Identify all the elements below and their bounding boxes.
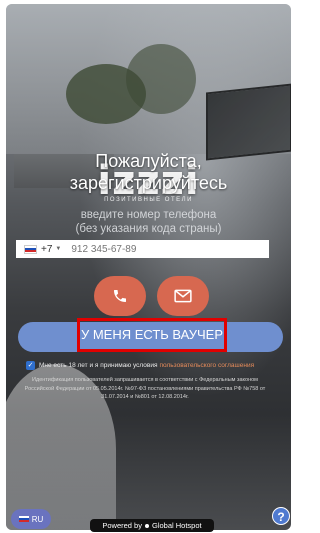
help-button[interactable]: ? — [272, 507, 290, 525]
terms-link[interactable]: пользовательского соглашения — [160, 362, 255, 369]
russia-flag-icon — [18, 515, 29, 523]
consent-checkbox[interactable]: ✓ — [26, 361, 35, 370]
consent-row: ✓ Мне есть 18 лет и я принимаю условия п… — [26, 361, 286, 370]
legal-notice: Идентификация пользователей запрашиваетс… — [24, 377, 266, 400]
powered-by-text: Powered by — [102, 521, 142, 530]
powered-by-brand: Global Hotspot — [151, 521, 202, 530]
instruction-line2: (без указания кода страны) — [75, 223, 222, 235]
language-button[interactable]: RU — [11, 509, 51, 529]
call-button[interactable] — [94, 276, 146, 316]
chevron-down-icon[interactable]: ▼ — [55, 246, 61, 252]
page-title-line2: зарегистрируйтесь — [69, 173, 228, 193]
powered-by-badge[interactable]: Powered by Global Hotspot — [90, 519, 214, 532]
page-title-line1: Пожалуйста, — [95, 151, 202, 171]
voucher-button-label[interactable]: У МЕНЯ ЕСТЬ ВАУЧЕР — [77, 318, 227, 352]
brand-tagline: ПОЗИТИВНЫЕ ОТЕЛИ — [104, 197, 193, 203]
phone-icon — [114, 290, 126, 302]
instruction-line1: введите номер телефона — [80, 209, 217, 221]
language-label: RU — [31, 514, 44, 524]
background-laptop — [206, 83, 291, 161]
russia-flag-icon[interactable] — [24, 244, 37, 254]
country-code[interactable]: +7 — [41, 244, 52, 255]
phone-input[interactable] — [71, 243, 232, 255]
globe-icon — [144, 523, 149, 528]
envelope-icon — [174, 289, 192, 303]
consent-text: Мне есть 18 лет и я принимаю условия — [39, 362, 158, 369]
email-button[interactable] — [157, 276, 209, 316]
phone-input-row: +7 ▼ — [16, 240, 269, 258]
background-plant — [126, 44, 196, 114]
portal-screen — [6, 4, 291, 530]
